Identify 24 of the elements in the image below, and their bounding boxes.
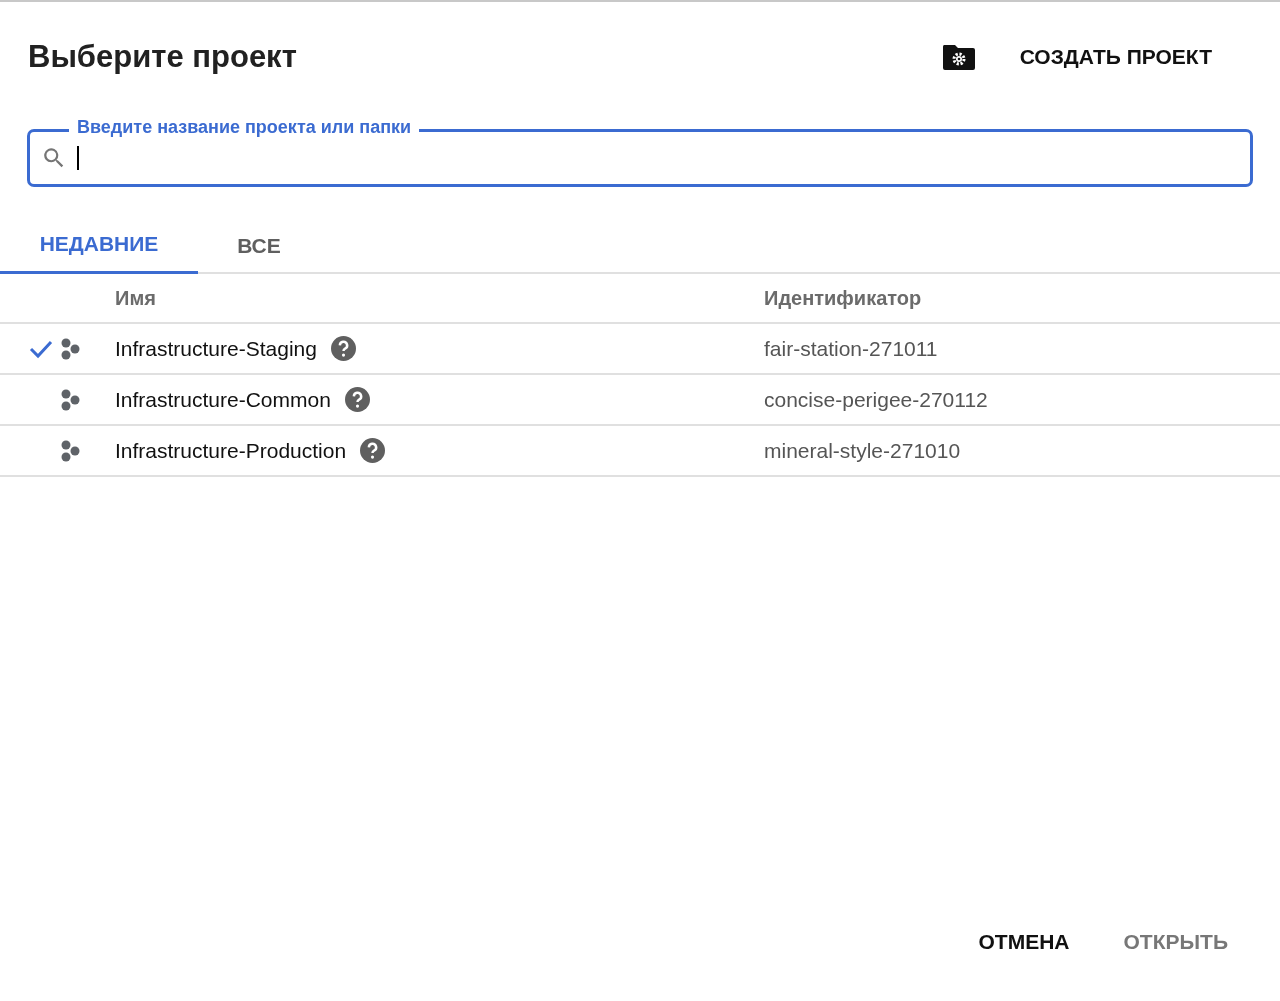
project-id: fair-station-271011 [764, 335, 938, 362]
help-icon[interactable] [360, 438, 386, 463]
cancel-button[interactable]: ОТМЕНА [966, 917, 1082, 965]
column-header: Имя [115, 286, 157, 311]
create-project-button[interactable]: СОЗДАТЬ ПРОЕКТ [1011, 33, 1220, 81]
project-row[interactable]: Infrastructure-Staging fair-station-271011 [0, 324, 1280, 375]
project-name: Infrastructure-Production [115, 437, 347, 464]
project-icon [60, 439, 82, 462]
tab[interactable]: ВСЕ [198, 217, 320, 274]
project-icon [60, 388, 82, 411]
text-cursor [77, 146, 79, 170]
project-id: mineral-style-271010 [764, 437, 961, 464]
folder-settings-icon [941, 43, 976, 71]
dialog-title: Выберите проект [28, 37, 298, 76]
project-row[interactable]: Infrastructure-Common concise-perigee-270112 [0, 375, 1280, 426]
project-icon [60, 337, 82, 360]
project-name: Infrastructure-Common [115, 386, 331, 413]
project-name: Infrastructure-Staging [115, 335, 317, 362]
help-icon[interactable] [344, 387, 370, 412]
project-row[interactable]: Infrastructure-Production mineral-style-271010 [0, 426, 1280, 477]
project-id: concise-perigee-270112 [764, 386, 988, 413]
tab[interactable]: НЕДАВНИЕ [0, 217, 198, 274]
column-header: Идентификатор [764, 286, 922, 311]
help-icon[interactable] [330, 336, 356, 361]
